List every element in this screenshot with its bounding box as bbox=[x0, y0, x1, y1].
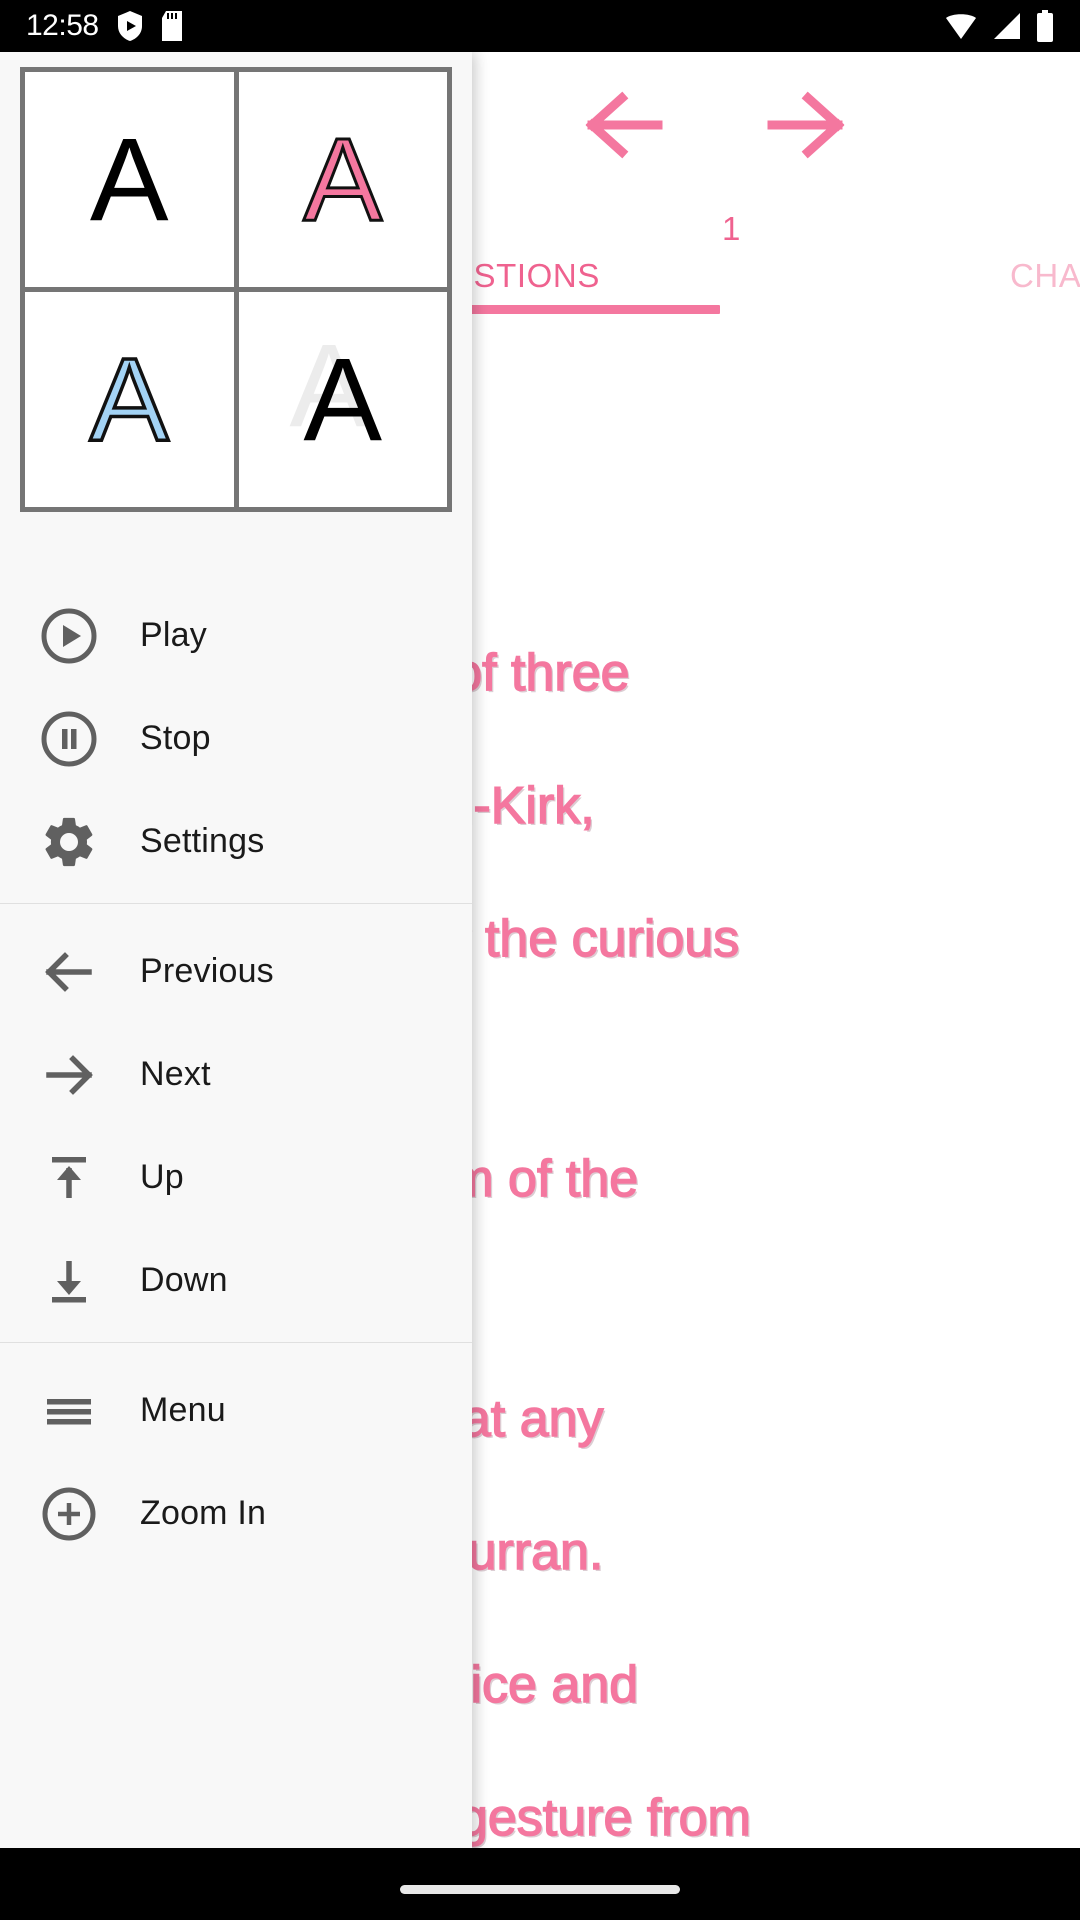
wifi-icon bbox=[944, 11, 978, 41]
battery-icon bbox=[1036, 10, 1054, 42]
menu-item-label: Previous bbox=[140, 952, 274, 990]
menu-divider-1 bbox=[0, 903, 472, 904]
menu-spacer-2 bbox=[0, 1351, 472, 1359]
menu-item-label: Up bbox=[140, 1158, 184, 1196]
play-circle-icon bbox=[36, 603, 102, 669]
menu-item-play[interactable]: Play bbox=[0, 584, 472, 687]
cell-signal-icon bbox=[992, 11, 1022, 41]
menu-item-label: Settings bbox=[140, 822, 265, 860]
shield-play-icon bbox=[117, 10, 143, 42]
tab-chapters[interactable]: CHAP bbox=[1010, 257, 1080, 295]
style-preview-glyph: A bbox=[89, 113, 169, 246]
menu-item-stop[interactable]: Stop bbox=[0, 687, 472, 790]
menu-divider-2 bbox=[0, 1342, 472, 1343]
menu-item-previous[interactable]: Previous bbox=[0, 920, 472, 1023]
sd-card-icon bbox=[161, 10, 183, 42]
font-style-grid: A A A A bbox=[20, 67, 452, 512]
style-plain-cell[interactable]: A bbox=[25, 72, 234, 287]
menu-item-zoom-in[interactable]: Zoom In bbox=[0, 1462, 472, 1565]
menu-item-down[interactable]: Down bbox=[0, 1229, 472, 1332]
menu-item-label: Down bbox=[140, 1261, 228, 1299]
style-shadow-cell[interactable]: A bbox=[238, 292, 447, 507]
arrow-down-to-bar-icon bbox=[36, 1248, 102, 1314]
pause-circle-icon bbox=[36, 706, 102, 772]
arrow-left-icon bbox=[36, 939, 102, 1005]
style-preview-glyph: A bbox=[88, 333, 170, 466]
arrow-right-icon[interactable] bbox=[760, 82, 850, 168]
style-and-controls-drawer: A A A A Play Stop Settings Previous Next… bbox=[0, 52, 472, 1874]
system-navigation-bar bbox=[0, 1848, 1080, 1920]
arrow-right-icon bbox=[36, 1042, 102, 1108]
zoom-in-circle-icon bbox=[36, 1481, 102, 1547]
menu-top-spacer bbox=[0, 532, 472, 584]
status-bar-right-icons bbox=[944, 10, 1054, 42]
status-bar-left-icons bbox=[117, 10, 183, 42]
style-preview-glyph: A bbox=[303, 333, 383, 466]
menu-item-label: Zoom In bbox=[140, 1494, 267, 1532]
arrow-up-to-bar-icon bbox=[36, 1145, 102, 1211]
menu-item-next[interactable]: Next bbox=[0, 1023, 472, 1126]
screen-root: TIONS TILLMAN 1 ASKS QUESTIONS CHAP inut… bbox=[0, 0, 1080, 1920]
menu-item-up[interactable]: Up bbox=[0, 1126, 472, 1229]
drawer-menu-list: Play Stop Settings Previous Next Up Down… bbox=[0, 532, 472, 1565]
reader-page-number: 1 bbox=[722, 210, 741, 247]
status-bar: 12:58 bbox=[0, 0, 1080, 52]
menu-spacer-1 bbox=[0, 912, 472, 920]
style-pink-outline-cell[interactable]: A bbox=[238, 72, 447, 287]
status-bar-clock: 12:58 bbox=[26, 9, 99, 42]
hamburger-menu-icon bbox=[36, 1378, 102, 1444]
menu-item-label: Stop bbox=[140, 719, 211, 757]
style-blue-outline-cell[interactable]: A bbox=[25, 292, 234, 507]
menu-item-label: Play bbox=[140, 616, 207, 654]
arrow-left-icon[interactable] bbox=[580, 82, 670, 168]
menu-item-menu[interactable]: Menu bbox=[0, 1359, 472, 1462]
home-indicator[interactable] bbox=[400, 1885, 680, 1894]
gear-icon bbox=[36, 809, 102, 875]
style-preview-glyph: A bbox=[302, 113, 384, 246]
menu-item-label: Menu bbox=[140, 1391, 226, 1429]
menu-item-settings[interactable]: Settings bbox=[0, 790, 472, 893]
menu-item-label: Next bbox=[140, 1055, 211, 1093]
